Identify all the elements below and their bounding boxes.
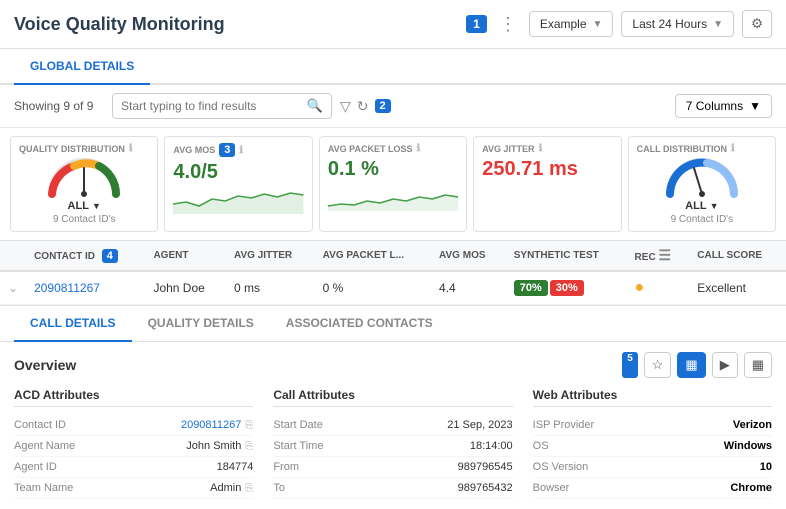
attr-row-to: To 989765432 [273,478,512,499]
detail-section: CALL DETAILS QUALITY DETAILS ASSOCIATED … [0,305,786,509]
info-icon[interactable]: ℹ [239,145,243,156]
attr-row-os: OS Windows [533,436,772,457]
badge-2: 2 [375,99,391,113]
chevron-down-icon: ▼ [593,19,603,30]
attr-row-agent-name: Agent Name John Smith ⎘ [14,436,253,457]
bookmark-icon-button[interactable]: ☆ [644,352,672,378]
web-attributes: Web Attributes ISP Provider Verizon OS W… [533,388,772,499]
attr-row-browser: Bowser Chrome [533,478,772,499]
col-synthetic-test: SYNTHETIC TEST [506,241,627,271]
info-icon[interactable]: ℹ [129,143,133,154]
attr-row-team-name: Team Name Admin ⎘ [14,478,253,499]
copy-icon[interactable]: ⎘ [245,420,253,431]
columns-dropdown[interactable]: 7 Columns ▼ [675,94,772,118]
detail-tabs: CALL DETAILS QUALITY DETAILS ASSOCIATED … [0,306,786,342]
chevron-down-icon: ▼ [710,201,719,211]
col-contact-id: CONTACT ID 4 [26,241,145,271]
attr-row-from: From 989796545 [273,457,512,478]
info-icon[interactable]: ℹ [731,143,735,154]
filter-icon[interactable]: ▽ [340,98,351,115]
tab-quality-details[interactable]: QUALITY DETAILS [132,306,270,342]
overview-title: Overview [14,357,76,373]
overview-icons: 5 ☆ ▦ ▶ ▦ [622,352,772,378]
metric-quality-distribution: QUALITY DISTRIBUTION ℹ ALL ▼ 9 Contact I… [10,136,158,232]
copy-icon[interactable]: ⎘ [245,441,253,452]
avg-jitter-cell: 0 ms [226,271,315,305]
synthetic-green-bar: 70% [514,280,548,296]
quality-dist-tag[interactable]: ALL ▼ [68,200,101,212]
tab-associated-contacts[interactable]: ASSOCIATED CONTACTS [270,306,449,342]
badge-1: 1 [466,15,487,33]
info-icon[interactable]: ℹ [539,143,543,154]
col-agent: AGENT [145,241,226,271]
metric-call-distribution: CALL DISTRIBUTION ℹ ALL ▼ 9 Contact ID's [628,136,776,232]
attr-row-agent-id: Agent ID 184774 [14,457,253,478]
call-score-cell: Excellent [689,271,786,305]
more-options-icon[interactable]: ⋮ [495,14,521,35]
rec-cell: ● [627,271,690,305]
attr-row-start-date: Start Date 21 Sep, 2023 [273,415,512,436]
main-tabs: GLOBAL DETAILS [0,49,786,85]
badge-3: 3 [219,143,235,157]
copy-icon[interactable]: ⎘ [245,483,253,494]
metric-avg-mos: AVG MOS 3 ℹ 4.0/5 [164,136,312,232]
chevron-down-icon: ▼ [749,99,761,113]
metric-avg-packet-loss: AVG PACKET LOSS ℹ 0.1 % [319,136,467,232]
metrics-row: QUALITY DISTRIBUTION ℹ ALL ▼ 9 Contact I… [0,128,786,241]
filter-settings-button[interactable]: ⚙ [742,10,772,38]
acd-attributes: ACD Attributes Contact ID 2090811267 ⎘ A… [14,388,253,499]
time-range-dropdown[interactable]: Last 24 Hours ▼ [621,11,734,37]
chart-button[interactable]: ▦ [744,352,772,378]
metric-avg-jitter: AVG JITTER ℹ 250.71 ms [473,136,621,232]
call-dist-tag[interactable]: ALL ▼ [685,200,718,212]
audio-button[interactable]: ▶ [712,352,738,378]
table-view-button[interactable]: ▦ [677,352,705,378]
col-avg-mos: AVG MOS [431,241,506,271]
table-row: ⌄ 2090811267 John Doe 0 ms 0 % 4.4 70% 3… [0,271,786,305]
badge-4: 4 [102,249,118,263]
search-box: 🔍 [112,93,332,119]
refresh-icon[interactable]: ↻ [357,98,369,115]
search-input[interactable] [121,99,307,113]
contact-id-value[interactable]: 2090811267 ⎘ [181,419,253,431]
search-icon: 🔍 [307,98,323,114]
contact-id-link[interactable]: 2090811267 [34,281,100,295]
synthetic-red-bar: 30% [550,280,584,296]
expand-icon[interactable]: ⌄ [8,281,18,295]
page-title: Voice Quality Monitoring [14,14,458,35]
agent-cell: John Doe [145,271,226,305]
info-icon[interactable]: ℹ [417,143,421,154]
recording-icon[interactable]: ● [635,279,645,296]
col-call-score: CALL SCORE [689,241,786,271]
attr-row-contact-id: Contact ID 2090811267 ⎘ [14,415,253,436]
badge-5: 5 [622,352,638,378]
synthetic-test-cell: 70% 30% [506,271,627,305]
attributes-grid: ACD Attributes Contact ID 2090811267 ⎘ A… [14,388,772,499]
showing-count: Showing 9 of 9 [14,99,104,113]
col-avg-packet-loss: AVG PACKET L... [315,241,431,271]
chevron-down-icon: ▼ [92,201,101,211]
tab-call-details[interactable]: CALL DETAILS [14,306,132,342]
column-menu-icon[interactable]: ☰ [658,247,671,263]
chevron-down-icon: ▼ [713,19,723,30]
attr-row-isp: ISP Provider Verizon [533,415,772,436]
col-rec: REC ☰ [627,241,690,271]
col-avg-jitter: AVG JITTER [226,241,315,271]
attr-row-start-time: Start Time 18:14:00 [273,436,512,457]
attr-row-os-version: OS Version 10 [533,457,772,478]
contacts-table: CONTACT ID 4 AGENT AVG JITTER AVG PACKET… [0,241,786,305]
example-dropdown[interactable]: Example ▼ [529,11,614,37]
call-attributes: Call Attributes Start Date 21 Sep, 2023 … [273,388,512,499]
avg-mos-cell: 4.4 [431,271,506,305]
avg-packet-loss-cell: 0 % [315,271,431,305]
tab-global-details[interactable]: GLOBAL DETAILS [14,49,150,85]
